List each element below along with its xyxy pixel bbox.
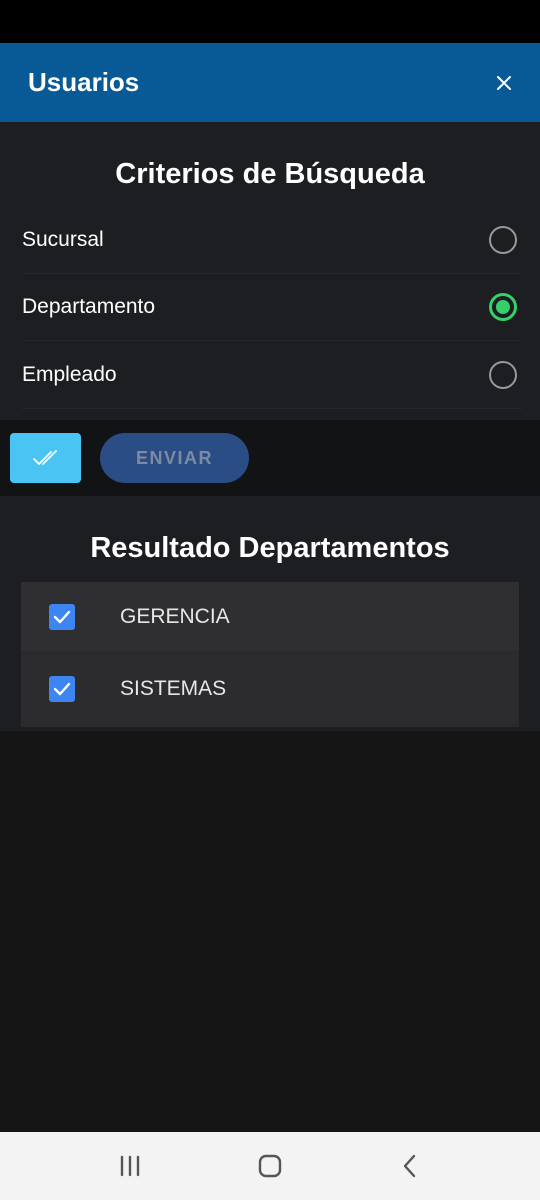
radio-button-departamento[interactable] <box>489 293 517 321</box>
criteria-title: Criterios de Búsqueda <box>115 158 425 190</box>
radio-button-sucursal[interactable] <box>489 226 517 254</box>
check-icon <box>53 610 71 623</box>
recent-apps-icon <box>120 1155 140 1177</box>
system-navigation-bar <box>0 1132 540 1200</box>
close-button[interactable] <box>492 71 516 95</box>
result-item-sistemas[interactable]: SISTEMAS <box>21 654 519 723</box>
status-bar <box>0 0 540 43</box>
result-label: GERENCIA <box>120 604 230 628</box>
double-check-icon <box>32 450 57 465</box>
radio-option-departamento[interactable]: Departamento <box>22 274 522 341</box>
result-list: GERENCIA SISTEMAS <box>21 582 519 727</box>
radio-option-sucursal[interactable]: Sucursal <box>22 207 522 274</box>
results-title: Resultado Departamentos <box>90 532 450 564</box>
radio-button-empleado[interactable] <box>489 361 517 389</box>
check-icon <box>53 682 71 695</box>
send-button[interactable]: ENVIAR <box>100 433 249 483</box>
radio-option-empleado[interactable]: Empleado <box>22 342 522 409</box>
result-label: SISTEMAS <box>120 676 227 700</box>
results-panel: Resultado Departamentos GERENCIA SISTEMA… <box>0 496 540 731</box>
checkbox-sistemas[interactable] <box>49 675 75 702</box>
select-all-button[interactable] <box>10 433 81 483</box>
back-icon <box>403 1154 416 1178</box>
checkbox-gerencia[interactable] <box>49 603 75 630</box>
radio-label: Departamento <box>22 295 156 318</box>
recent-apps-button[interactable] <box>100 1136 160 1196</box>
back-button[interactable] <box>380 1136 440 1196</box>
result-item-gerencia[interactable]: GERENCIA <box>21 582 519 651</box>
radio-label: Sucursal <box>22 228 104 251</box>
close-icon <box>497 75 511 90</box>
home-icon <box>258 1154 282 1178</box>
app-header: Usuarios <box>0 43 540 122</box>
page-title: Usuarios <box>28 67 140 97</box>
radio-label: Empleado <box>22 363 117 386</box>
search-criteria-panel: Criterios de Búsqueda Sucursal Departame… <box>0 122 540 420</box>
home-button[interactable] <box>240 1136 300 1196</box>
action-toolbar: ENVIAR <box>0 420 540 496</box>
